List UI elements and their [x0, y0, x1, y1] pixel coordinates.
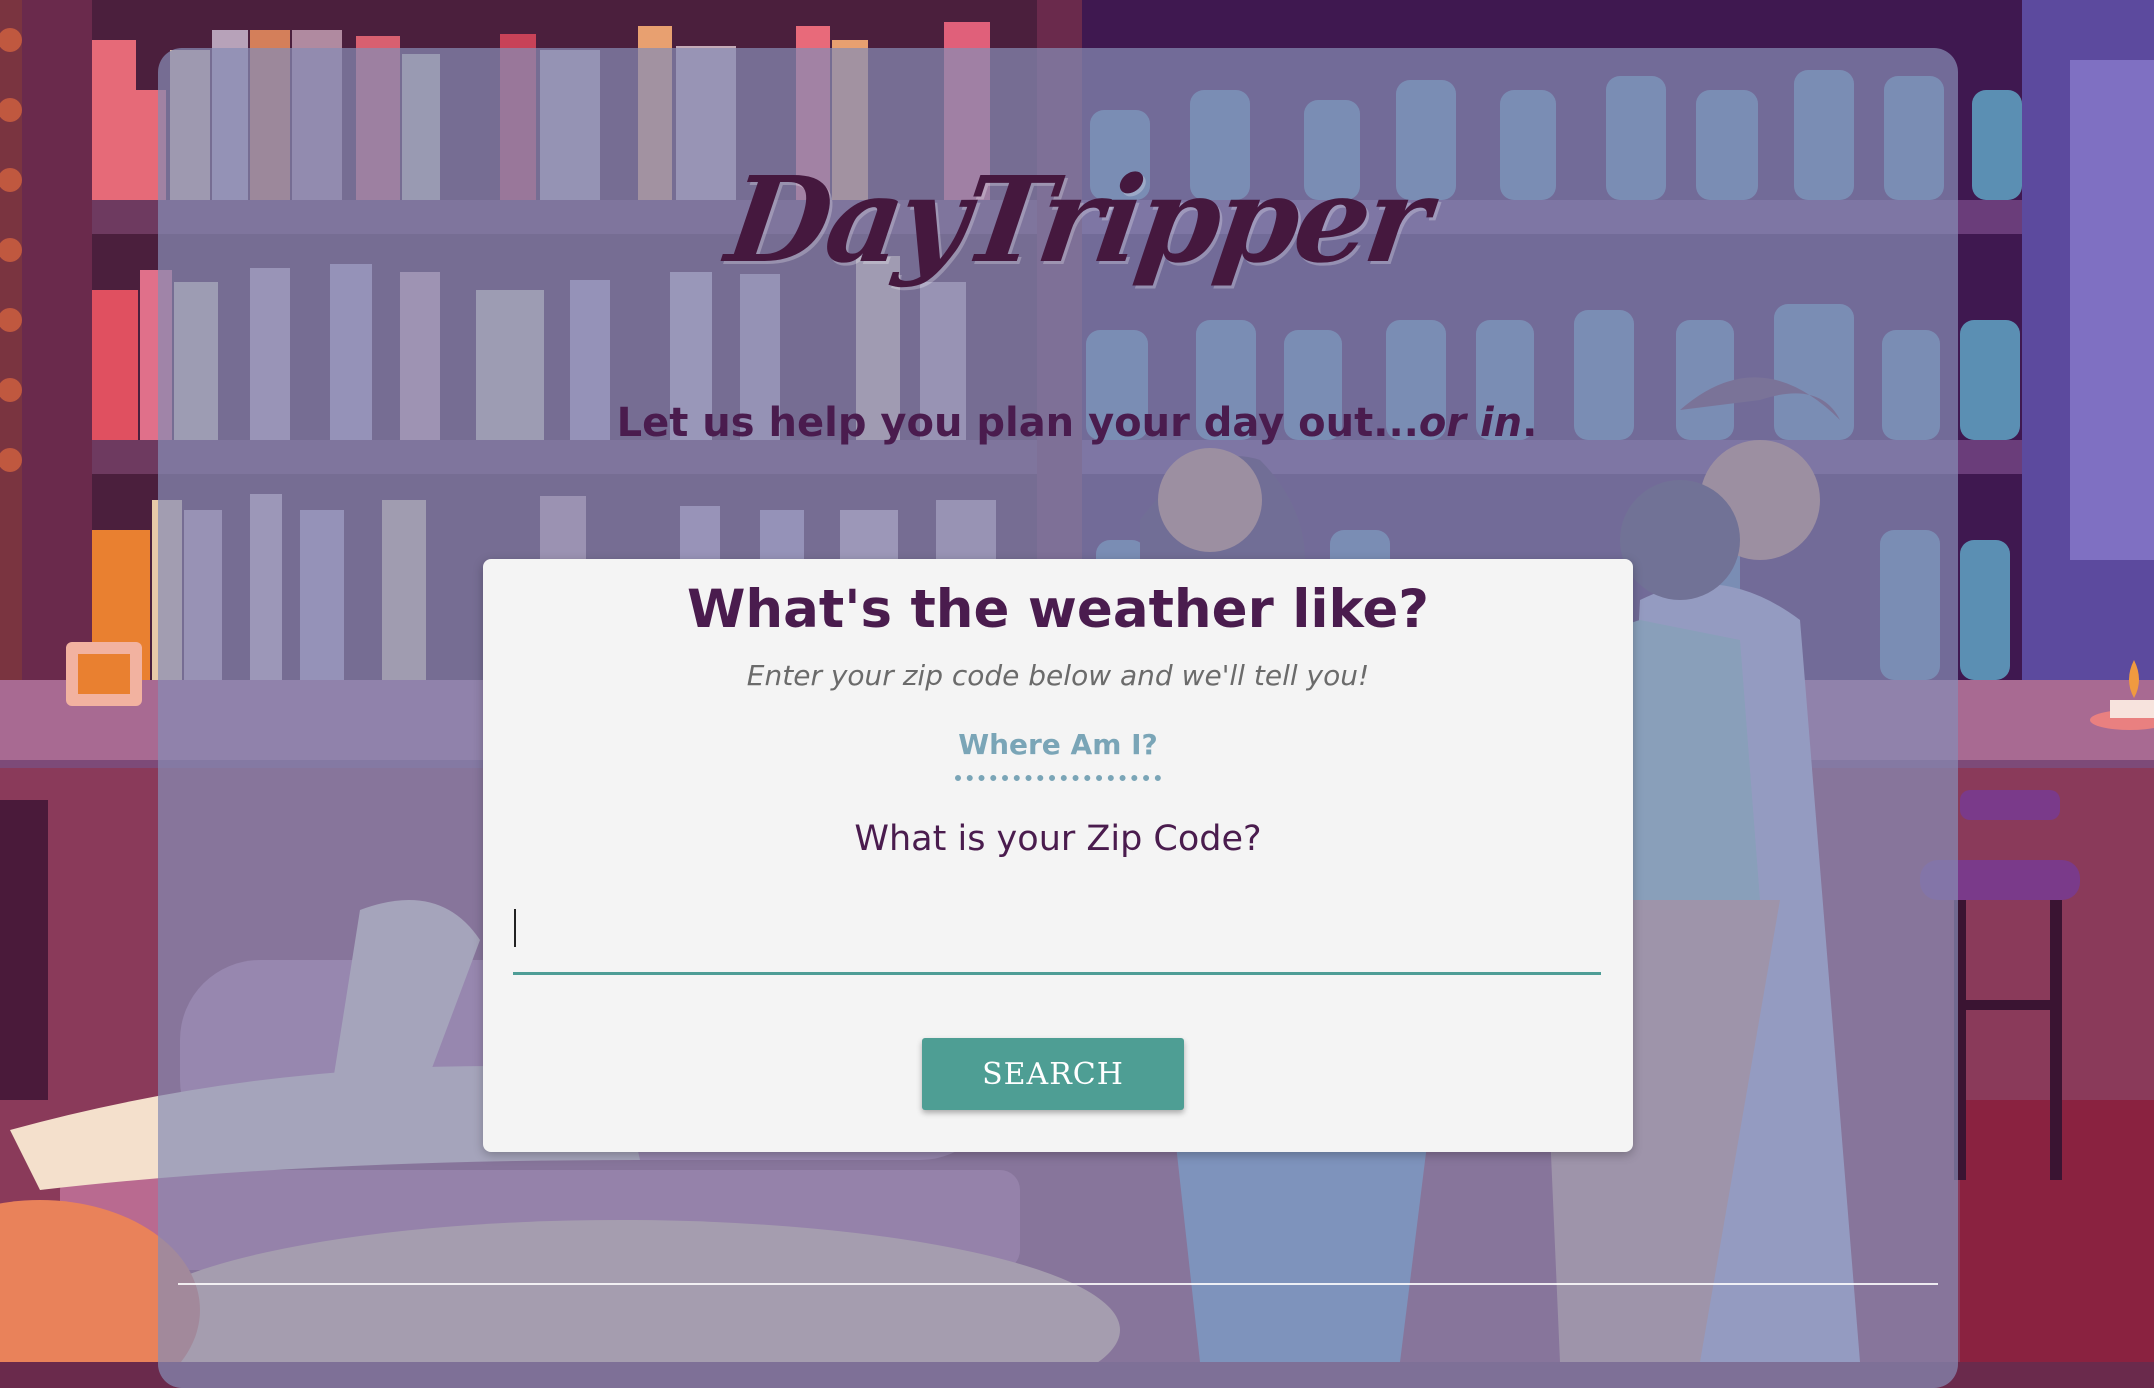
zip-code-label: What is your Zip Code?	[854, 819, 1262, 859]
weather-card-subtitle: Enter your zip code below and we'll tell…	[746, 659, 1370, 692]
search-button[interactable]: SEARCH	[922, 1038, 1184, 1110]
daytripper-logo[interactable]: DayTripper	[0, 150, 2154, 289]
footer-divider	[178, 1283, 1938, 1285]
tagline-prefix: Let us help you plan your day out...	[616, 400, 1419, 446]
zip-code-input[interactable]	[513, 899, 1601, 975]
where-am-i-button[interactable]: Where Am I?	[955, 719, 1161, 769]
text-caret	[514, 909, 516, 947]
weather-card: What's the weather like? Enter your zip …	[483, 559, 1633, 1152]
tagline-emphasis: or in	[1418, 400, 1523, 446]
tagline-suffix: .	[1522, 400, 1538, 446]
weather-card-title: What's the weather like?	[686, 579, 1430, 640]
hero-tagline: Let us help you plan your day out...or i…	[0, 400, 2154, 446]
where-am-i-underline	[955, 775, 1161, 781]
